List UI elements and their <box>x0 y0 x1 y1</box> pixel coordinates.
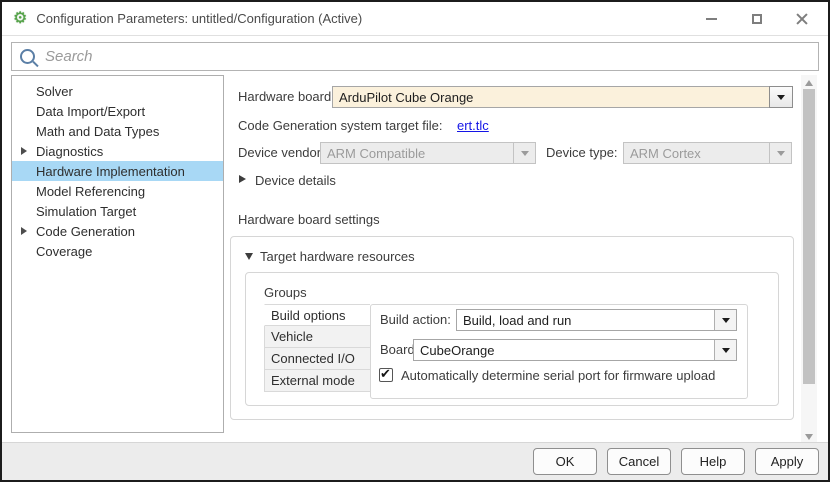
minimize-icon <box>706 18 717 20</box>
sidebar: Solver Data Import/Export Math and Data … <box>11 75 224 433</box>
device-vendor-value: ARM Compatible <box>321 143 513 163</box>
hardware-board-label: Hardware board: <box>238 89 335 104</box>
search-bar <box>11 42 819 71</box>
build-action-label: Build action: <box>380 312 451 327</box>
groups-tab-list: Build options Vehicle Connected I/O Exte… <box>264 304 370 393</box>
dropdown-arrow-button[interactable] <box>714 310 736 330</box>
apply-button[interactable]: Apply <box>755 448 819 475</box>
device-type-value: ARM Cortex <box>624 143 769 163</box>
window-controls <box>689 2 824 35</box>
close-button[interactable] <box>779 2 824 35</box>
groups-label: Groups <box>264 285 307 300</box>
board-value: CubeOrange <box>414 340 714 360</box>
auto-serial-label: Automatically determine serial port for … <box>401 368 715 383</box>
window-title: Configuration Parameters: untitled/Confi… <box>36 11 362 26</box>
dropdown-arrow-button[interactable] <box>769 86 793 108</box>
tab-external-mode[interactable]: External mode <box>264 370 370 392</box>
tab-label: Vehicle <box>271 329 313 344</box>
dropdown-arrow-button <box>513 143 535 163</box>
scroll-up-icon[interactable] <box>805 80 813 86</box>
tab-label: Connected I/O <box>271 351 355 366</box>
sidebar-item-diagnostics[interactable]: Diagnostics <box>12 141 223 161</box>
hardware-board-value: ArduPilot Cube Orange <box>333 87 769 107</box>
chevron-down-icon <box>777 151 785 156</box>
sidebar-item-label: Data Import/Export <box>36 104 145 119</box>
search-icon <box>20 49 35 64</box>
expand-arrow-icon[interactable] <box>21 147 27 155</box>
footer-bar: OK Cancel Help Apply <box>2 442 828 480</box>
maximize-button[interactable] <box>734 2 779 35</box>
device-details-expand-icon[interactable] <box>239 175 246 183</box>
expand-arrow-icon[interactable] <box>21 227 27 235</box>
configuration-parameters-dialog: ⚙ Configuration Parameters: untitled/Con… <box>0 0 830 482</box>
device-type-select: ARM Cortex <box>623 142 792 164</box>
scroll-down-icon[interactable] <box>805 434 813 440</box>
hardware-board-settings-label: Hardware board settings <box>238 212 380 227</box>
maximize-icon <box>752 14 762 24</box>
sidebar-item-code-generation[interactable]: Code Generation <box>12 221 223 241</box>
titlebar: ⚙ Configuration Parameters: untitled/Con… <box>2 2 828 36</box>
device-details-label: Device details <box>255 173 336 188</box>
device-vendor-label: Device vendor: <box>238 145 325 160</box>
sidebar-item-solver[interactable]: Solver <box>12 81 223 101</box>
vertical-scrollbar[interactable] <box>801 75 817 445</box>
target-file-label: Code Generation system target file: <box>238 118 443 133</box>
device-vendor-select: ARM Compatible <box>320 142 536 164</box>
help-button[interactable]: Help <box>681 448 745 475</box>
chevron-down-icon <box>722 318 730 323</box>
close-icon <box>796 13 808 25</box>
chevron-down-icon <box>521 151 529 156</box>
target-resources-collapse-icon[interactable] <box>245 253 253 260</box>
board-select[interactable]: CubeOrange <box>413 339 737 361</box>
chevron-down-icon <box>722 348 730 353</box>
sidebar-item-label: Solver <box>36 84 73 99</box>
minimize-button[interactable] <box>689 2 734 35</box>
tab-vehicle[interactable]: Vehicle <box>264 326 370 348</box>
sidebar-item-label: Code Generation <box>36 224 135 239</box>
sidebar-item-label: Hardware Implementation <box>36 164 185 179</box>
sidebar-item-hardware-implementation[interactable]: Hardware Implementation <box>12 161 223 181</box>
cancel-button[interactable]: Cancel <box>607 448 671 475</box>
dropdown-arrow-button <box>769 143 791 163</box>
sidebar-item-label: Diagnostics <box>36 144 103 159</box>
ok-button[interactable]: OK <box>533 448 597 475</box>
device-type-label: Device type: <box>546 145 618 160</box>
scrollbar-thumb[interactable] <box>803 89 815 384</box>
sidebar-item-coverage[interactable]: Coverage <box>12 241 223 261</box>
sidebar-item-label: Simulation Target <box>36 204 136 219</box>
tab-connected-io[interactable]: Connected I/O <box>264 348 370 370</box>
hardware-board-select[interactable]: ArduPilot Cube Orange <box>332 86 793 108</box>
sidebar-item-math-and-data-types[interactable]: Math and Data Types <box>12 121 223 141</box>
sidebar-item-simulation-target[interactable]: Simulation Target <box>12 201 223 221</box>
sidebar-item-label: Model Referencing <box>36 184 145 199</box>
build-action-select[interactable]: Build, load and run <box>456 309 737 331</box>
search-input[interactable] <box>43 47 818 66</box>
target-file-link[interactable]: ert.tlc <box>457 118 489 133</box>
target-resources-label: Target hardware resources <box>260 249 415 264</box>
sidebar-item-model-referencing[interactable]: Model Referencing <box>12 181 223 201</box>
chevron-down-icon <box>777 95 785 100</box>
auto-serial-checkbox[interactable] <box>379 368 393 382</box>
dropdown-arrow-button[interactable] <box>714 340 736 360</box>
sidebar-item-label: Math and Data Types <box>36 124 159 139</box>
tab-label: External mode <box>271 373 355 388</box>
config-gear-icon: ⚙ <box>13 11 27 27</box>
tab-build-options[interactable]: Build options <box>264 304 370 326</box>
sidebar-item-data-import-export[interactable]: Data Import/Export <box>12 101 223 121</box>
sidebar-item-label: Coverage <box>36 244 92 259</box>
tab-label: Build options <box>271 308 345 323</box>
build-action-value: Build, load and run <box>457 310 714 330</box>
